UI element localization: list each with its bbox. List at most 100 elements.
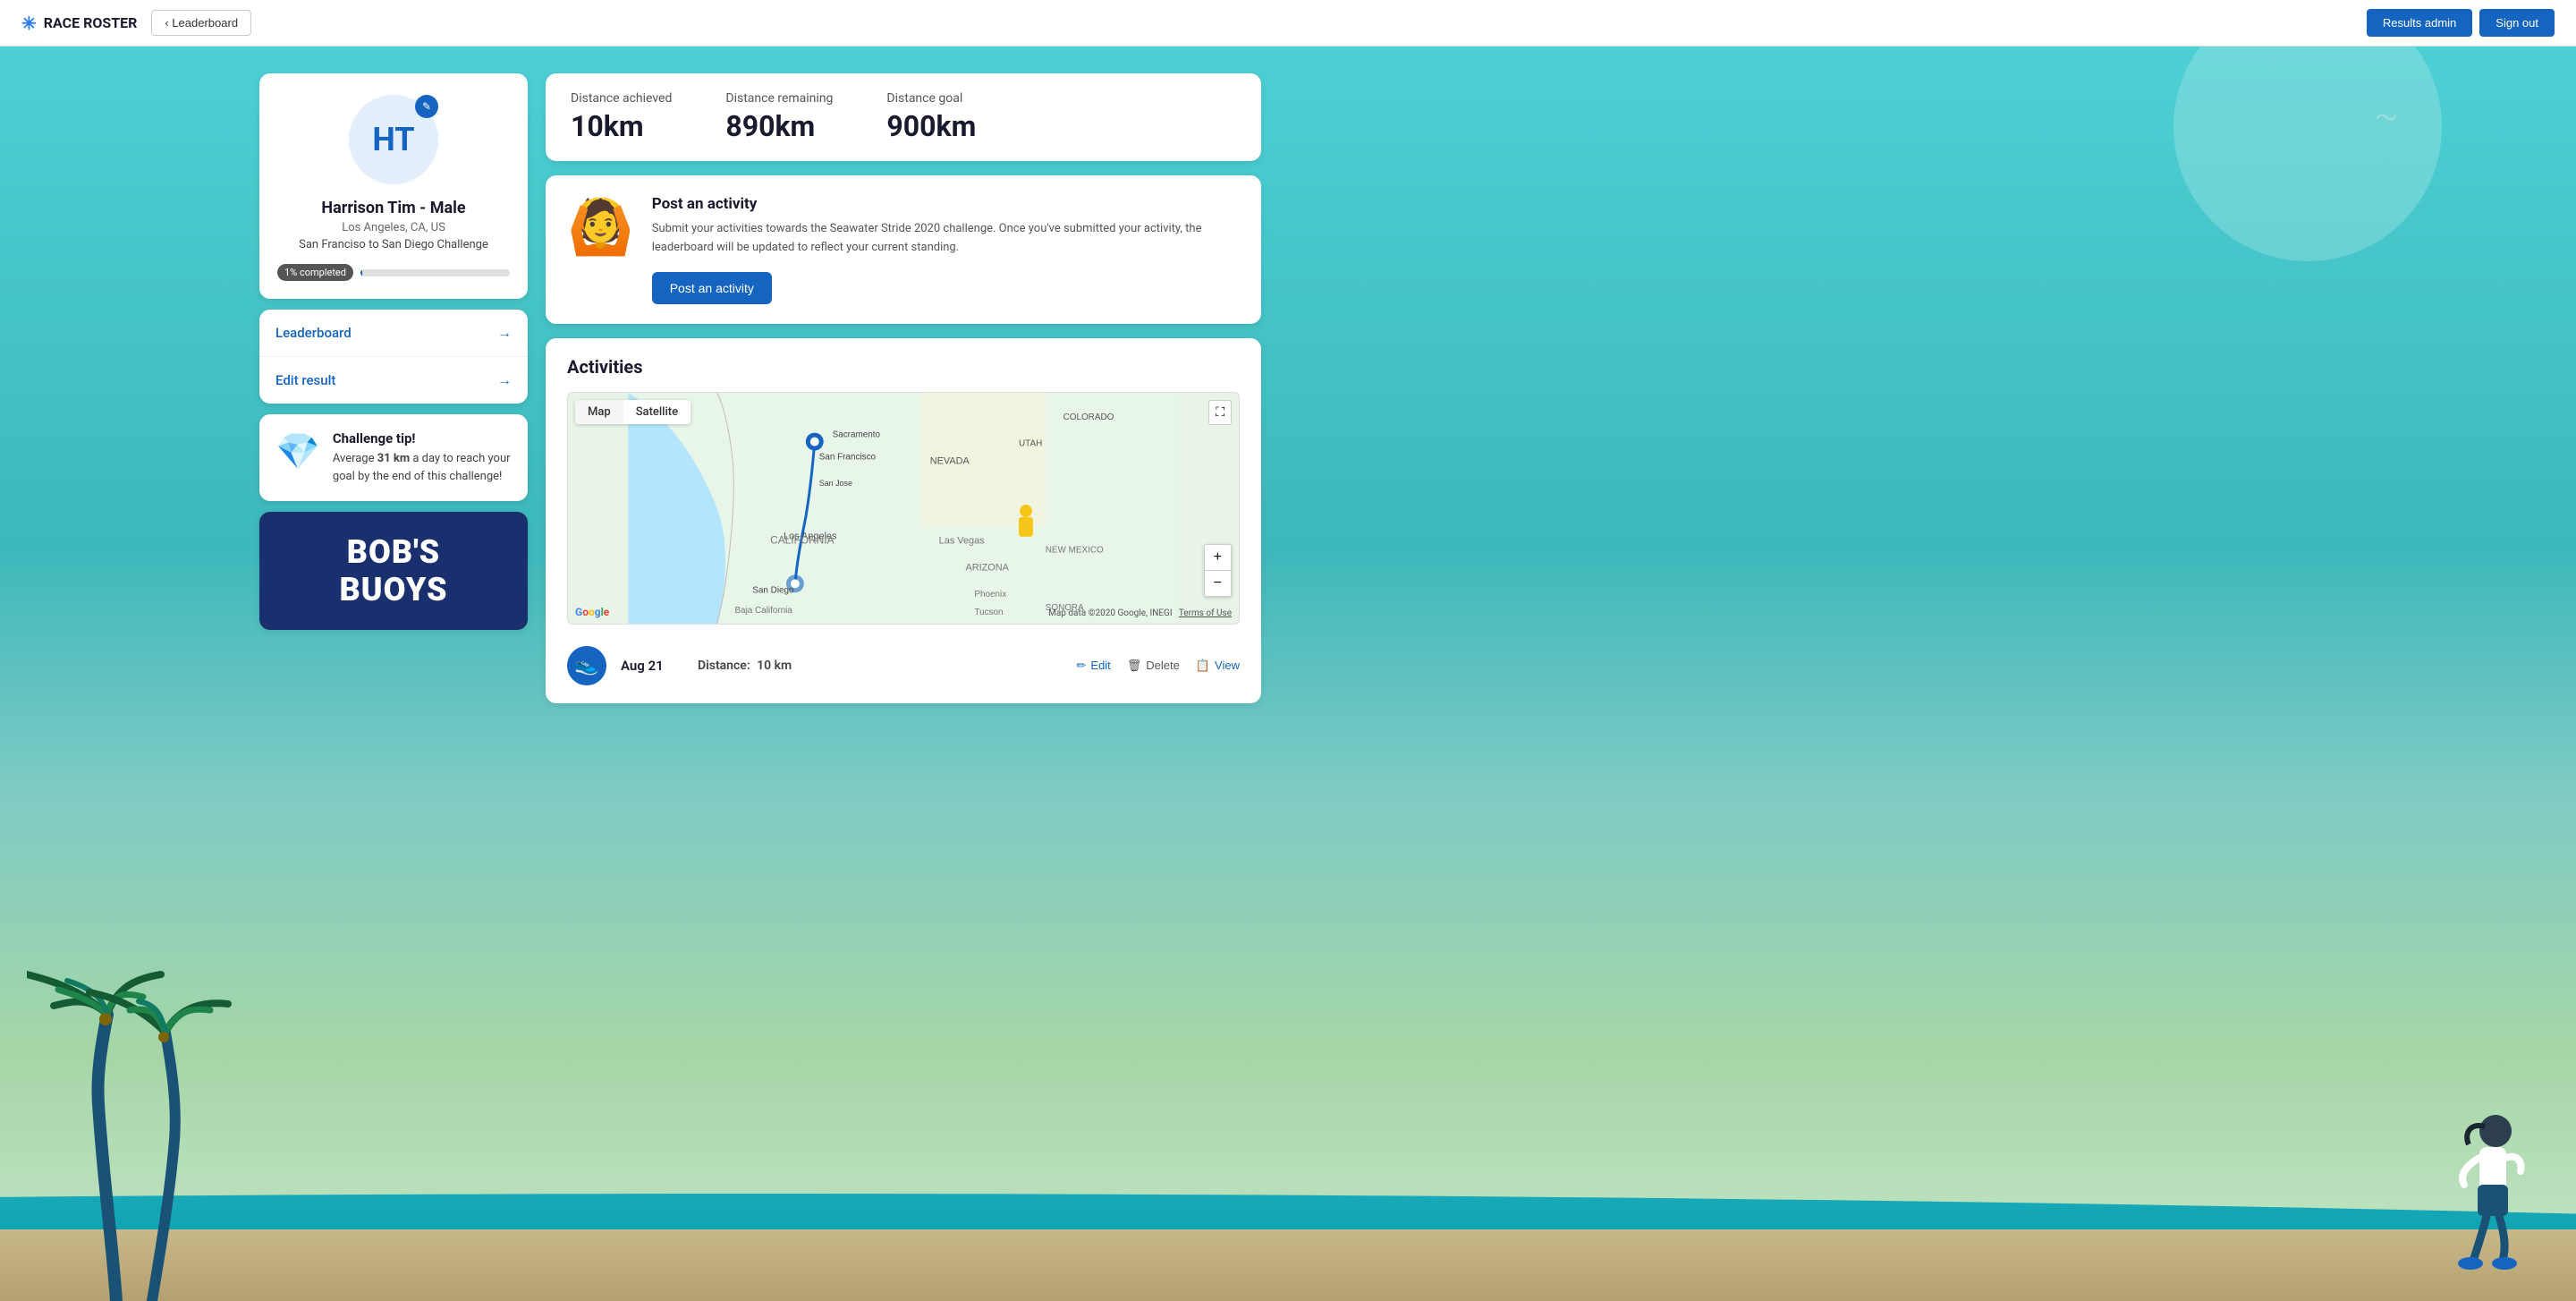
leaderboard-arrow-icon: → xyxy=(497,324,512,342)
fullscreen-button[interactable]: ⛶ xyxy=(1208,400,1232,425)
post-activity-description: Submit your activities towards the Seawa… xyxy=(652,220,1240,258)
terms-of-use-link[interactable]: Terms of Use xyxy=(1179,608,1232,618)
stat-distance-remaining-value: 890km xyxy=(725,109,833,143)
progress-bar-track xyxy=(360,269,510,276)
map-tabs: Map Satellite xyxy=(575,400,691,424)
map-data-text: Map data ©2020 Google, INEGI xyxy=(1048,608,1172,618)
tip-highlight: 31 km xyxy=(377,452,410,465)
activity-date: Aug 21 xyxy=(621,658,683,674)
profile-card: HT ✎ Harrison Tim - Male Los Angeles, CA… xyxy=(259,73,528,299)
tip-text-before: Average xyxy=(333,452,377,465)
delete-activity-button[interactable]: 🗑 Delete xyxy=(1127,659,1180,673)
tip-card: 💎 Challenge tip! Average 31 km a day to … xyxy=(259,414,528,501)
back-button[interactable]: ‹ Leaderboard xyxy=(151,10,251,36)
view-activity-button[interactable]: 📋 View xyxy=(1196,659,1240,673)
svg-text:NEVADA: NEVADA xyxy=(930,455,970,466)
left-panel: HT ✎ Harrison Tim - Male Los Angeles, CA… xyxy=(259,73,528,703)
palm-trees xyxy=(27,836,277,1301)
svg-text:Las Vegas: Las Vegas xyxy=(939,535,985,546)
google-e: e xyxy=(604,606,609,618)
zoom-in-button[interactable]: + xyxy=(1205,545,1231,571)
post-activity-content: Post an activity Submit your activities … xyxy=(652,195,1240,304)
runner-figure xyxy=(2433,1104,2540,1283)
svg-text:Baja California: Baja California xyxy=(734,606,792,616)
bobs-subtitle: BUOYS xyxy=(277,571,510,608)
progress-bar-fill xyxy=(360,269,362,276)
logo: ✳ RACE ROSTER xyxy=(21,13,137,34)
profile-name: Harrison Tim - Male xyxy=(277,199,510,217)
distance-label: Distance: xyxy=(698,659,750,673)
post-activity-button[interactable]: Post an activity xyxy=(652,272,772,304)
leaderboard-nav-item[interactable]: Leaderboard → xyxy=(259,310,528,357)
edit-result-arrow-icon: → xyxy=(497,371,512,389)
trash-icon: 🗑 xyxy=(1127,659,1142,673)
bobs-card: BOB'S BUOYS xyxy=(259,512,528,630)
activity-distance: Distance: 10 km xyxy=(698,659,1062,673)
edit-avatar-button[interactable]: ✎ xyxy=(415,95,438,118)
nav-card: Leaderboard → Edit result → xyxy=(259,310,528,404)
edit-label: Edit xyxy=(1090,659,1110,672)
content-area: HT ✎ Harrison Tim - Male Los Angeles, CA… xyxy=(0,47,1288,730)
stat-distance-achieved: Distance achieved 10km xyxy=(571,91,672,143)
edit-icon: ✏ xyxy=(1076,659,1086,673)
map-tab-satellite[interactable]: Satellite xyxy=(623,400,691,424)
activities-card: Activities Map Satellite ⛶ xyxy=(546,338,1261,703)
post-activity-title: Post an activity xyxy=(652,195,1240,213)
zoom-out-button[interactable]: − xyxy=(1205,571,1231,596)
right-panel: Distance achieved 10km Distance remainin… xyxy=(546,73,1261,703)
sun-decoration xyxy=(2174,47,2442,261)
progress-bar-container: 1% completed xyxy=(277,264,510,281)
pencil-icon: ✎ xyxy=(422,100,431,113)
map-container: Map Satellite ⛶ xyxy=(567,392,1240,625)
activity-list: 👟 Aug 21 Distance: 10 km ✏ Edit xyxy=(567,639,1240,685)
svg-text:COLORADO: COLORADO xyxy=(1063,412,1114,421)
sand-decoration xyxy=(0,1229,2576,1301)
shoe-icon: 👟 xyxy=(574,654,598,676)
stats-card: Distance achieved 10km Distance remainin… xyxy=(546,73,1261,161)
results-admin-button[interactable]: Results admin xyxy=(2367,9,2472,37)
svg-text:Phoenix: Phoenix xyxy=(974,590,1006,599)
profile-challenge: San Franciso to San Diego Challenge xyxy=(277,238,510,251)
header: ✳ RACE ROSTER ‹ Leaderboard Results admi… xyxy=(0,0,2576,47)
tip-content: Challenge tip! Average 31 km a day to re… xyxy=(333,430,512,485)
tip-text: Average 31 km a day to reach your goal b… xyxy=(333,450,512,485)
bird-decoration: 〜 xyxy=(2376,100,2397,132)
stat-distance-goal-label: Distance goal xyxy=(886,91,976,106)
svg-text:Tucson: Tucson xyxy=(974,608,1003,617)
svg-text:CALIFORNIA: CALIFORNIA xyxy=(770,533,834,546)
stat-distance-goal-value: 900km xyxy=(886,109,976,143)
avatar-container: HT ✎ xyxy=(349,95,438,184)
header-right: Results admin Sign out xyxy=(2367,9,2555,37)
activity-person-icon: 🙆 xyxy=(567,195,634,259)
stat-distance-goal: Distance goal 900km xyxy=(886,91,976,143)
activities-title: Activities xyxy=(567,356,1240,378)
google-logo: Google xyxy=(575,606,609,618)
stat-distance-achieved-label: Distance achieved xyxy=(571,91,672,106)
ocean-decoration xyxy=(0,1122,2576,1301)
progress-label: 1% completed xyxy=(277,264,353,281)
svg-text:UTAH: UTAH xyxy=(1019,438,1042,448)
activity-row: 👟 Aug 21 Distance: 10 km ✏ Edit xyxy=(567,639,1240,685)
map-attribution: Map data ©2020 Google, INEGI Terms of Us… xyxy=(1048,608,1232,618)
view-label: View xyxy=(1215,659,1240,672)
post-activity-card: 🙆 Post an activity Submit your activitie… xyxy=(546,175,1261,324)
sign-out-button[interactable]: Sign out xyxy=(2479,9,2555,37)
stat-distance-remaining-label: Distance remaining xyxy=(725,91,833,106)
header-left: ✳ RACE ROSTER ‹ Leaderboard xyxy=(21,10,251,36)
bobs-title: BOB'S xyxy=(277,533,510,571)
svg-text:San Jose: San Jose xyxy=(819,479,852,488)
logo-icon: ✳ xyxy=(21,13,37,34)
book-icon: 📋 xyxy=(1196,659,1210,673)
svg-text:San Francisco: San Francisco xyxy=(819,452,877,462)
activity-actions: ✏ Edit 🗑 Delete 📋 View xyxy=(1076,659,1240,673)
svg-text:ARIZONA: ARIZONA xyxy=(965,562,1009,573)
distance-value: 10 km xyxy=(757,659,792,673)
edit-activity-button[interactable]: ✏ Edit xyxy=(1076,659,1110,673)
stat-distance-remaining: Distance remaining 890km xyxy=(725,91,833,143)
edit-result-nav-item[interactable]: Edit result → xyxy=(259,357,528,404)
edit-result-nav-label: Edit result xyxy=(275,372,335,388)
map-tab-map[interactable]: Map xyxy=(575,400,623,424)
svg-text:San Diego: San Diego xyxy=(752,585,794,595)
delete-label: Delete xyxy=(1146,659,1180,672)
activity-avatar: 👟 xyxy=(567,646,606,685)
